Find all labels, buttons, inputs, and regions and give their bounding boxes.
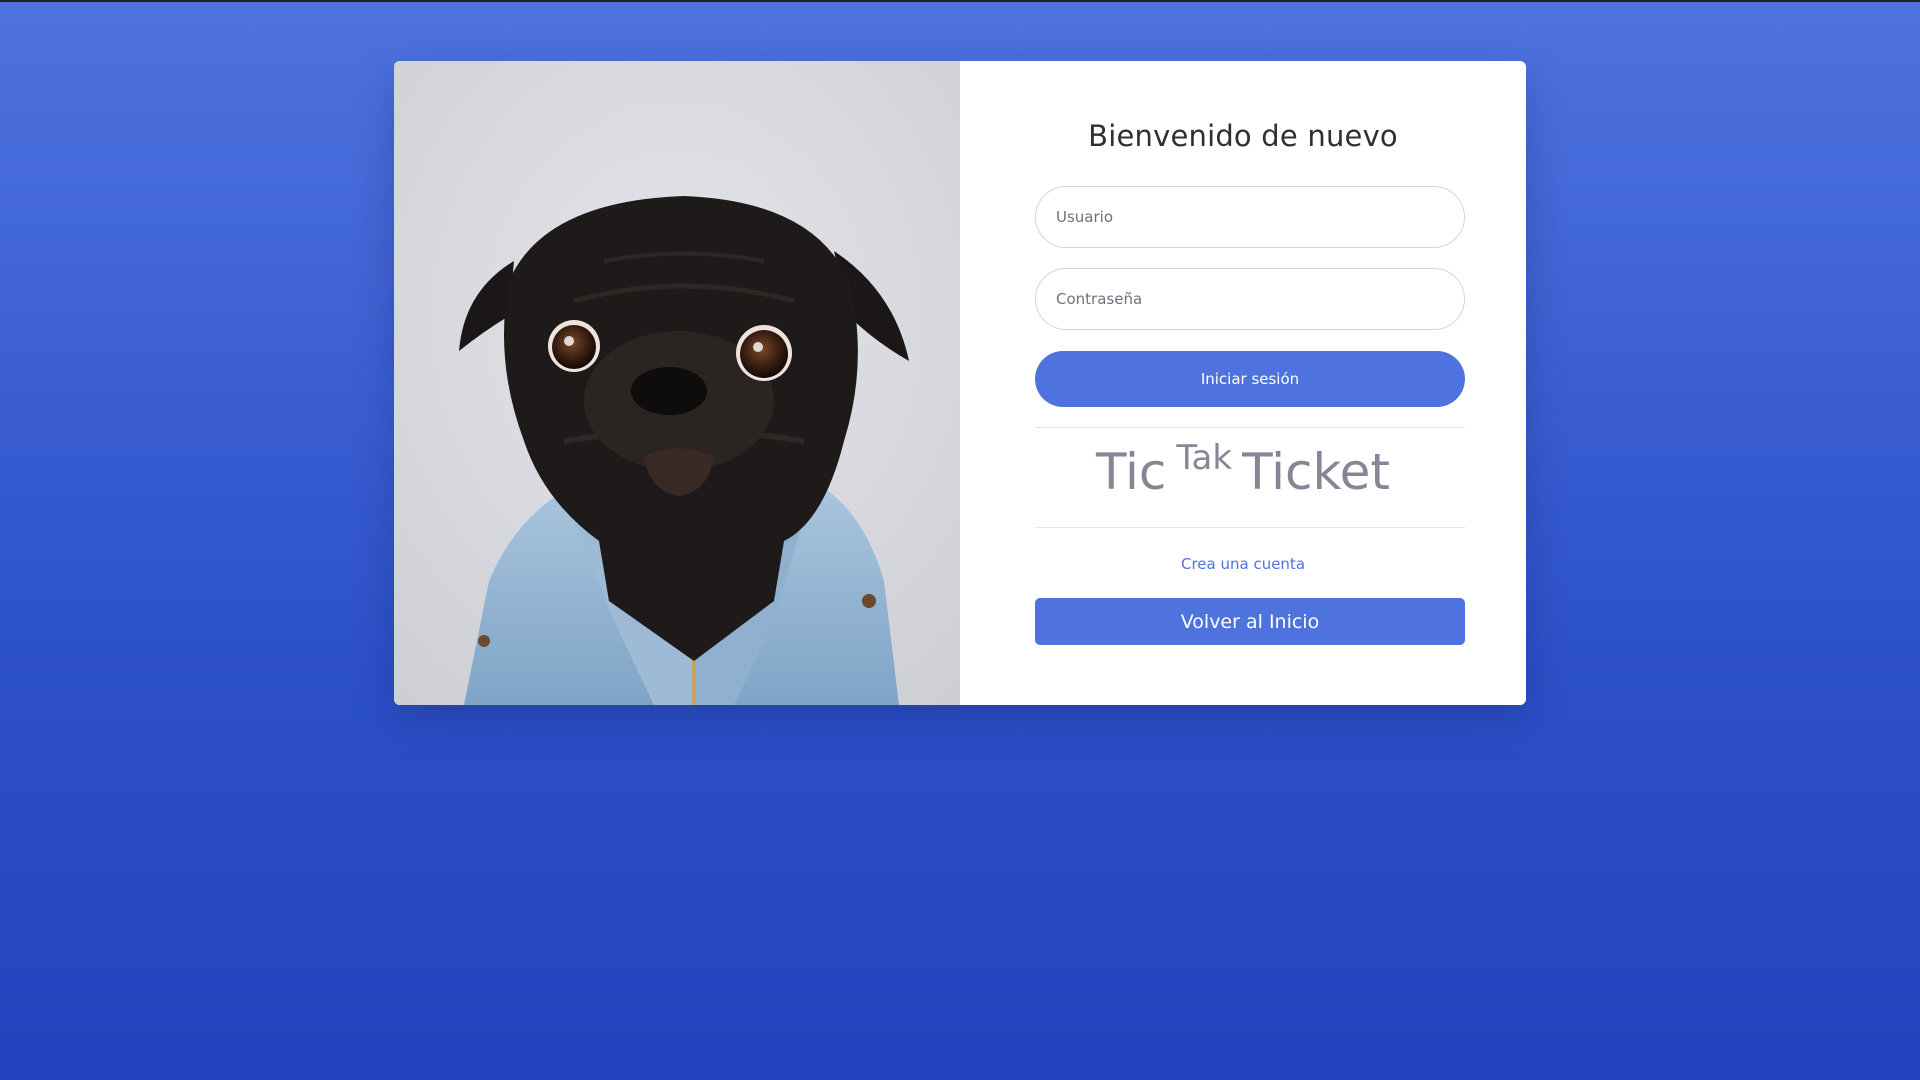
divider-bottom	[1035, 527, 1465, 528]
login-form: Bienvenido de nuevo Iniciar sesión TicTa…	[960, 61, 1526, 705]
login-button[interactable]: Iniciar sesión	[1035, 351, 1465, 407]
top-border	[0, 0, 1920, 2]
brand-logo: Tic Tak Ticket	[960, 438, 1526, 501]
username-input[interactable]	[1035, 186, 1465, 248]
create-account-link[interactable]: Crea una cuenta	[960, 555, 1526, 573]
divider-top	[1035, 427, 1465, 428]
brand-part-tic: Tic	[1096, 443, 1167, 501]
page-title: Bienvenido de nuevo	[1088, 119, 1398, 153]
password-input[interactable]	[1035, 268, 1465, 330]
brand-part-tak: Tak	[1176, 438, 1233, 478]
back-home-button[interactable]: Volver al Inicio	[1035, 598, 1465, 645]
pug-photo	[394, 61, 960, 705]
login-card: Bienvenido de nuevo Iniciar sesión TicTa…	[394, 61, 1526, 705]
brand-part-ticket: Ticket	[1242, 443, 1390, 501]
